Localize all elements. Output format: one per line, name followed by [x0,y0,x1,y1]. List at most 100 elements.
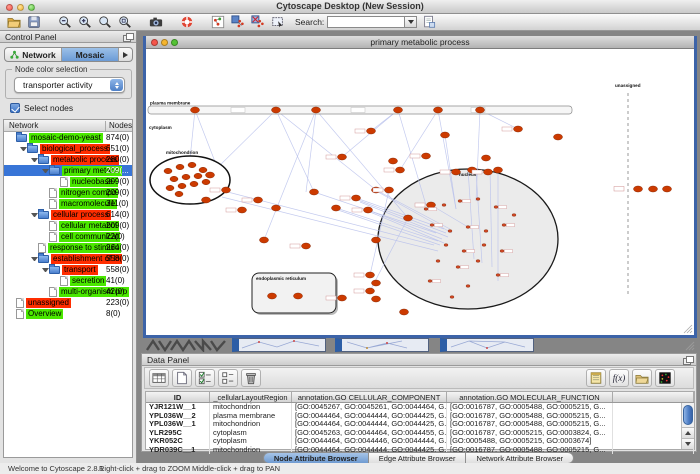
unselect-attributes-button[interactable] [218,369,238,387]
table-cell: YJR121W__1 [146,403,210,412]
tree-row-label: biological_process [40,144,110,154]
table-row[interactable]: YLR295Ccytoplasm[GO:0045263, GO:0044464,… [146,429,694,438]
expander-icon[interactable] [19,145,27,153]
tree-row[interactable]: biological_process651(0) [4,143,132,154]
formula-builder-button[interactable]: f(x) [609,369,629,387]
snapshot-button[interactable] [147,15,164,30]
tree-row[interactable]: mosaic-demo-yeast874(0) [4,132,132,143]
zoom-out-button[interactable] [56,15,73,30]
column-header-molecular-function[interactable]: annotation.GO MOLECULAR_FUNCTION [447,392,613,402]
expander-icon[interactable] [41,167,49,175]
mitochondrion-gene-node [170,176,178,181]
tree-row[interactable]: primary metabo209(... [4,165,132,176]
table-row[interactable]: YJR121W__1mitochondrion[GO:0045267, GO:0… [146,403,694,412]
minimized-network-window[interactable] [335,338,429,352]
minimized-network-window[interactable] [440,338,534,352]
select-attributes-button[interactable] [195,369,215,387]
save-session-button[interactable] [25,15,42,30]
float-panel-icon[interactable] [683,356,692,364]
attribute-dropdown[interactable]: transporter activity [14,77,125,93]
desktop-area: primary metabolic process plasma membran… [137,31,700,463]
network-view-window[interactable]: primary metabolic process plasma membran… [143,36,697,338]
scroll-up-icon[interactable] [682,427,694,438]
open-file-button[interactable] [5,15,22,30]
tree-row[interactable]: Overview8(0) [4,308,132,319]
nucleus-gene-node [444,244,448,247]
tree-row[interactable]: macromolecule311(0) [4,198,132,209]
table-cell: [GO:0005488, GO:0005215, GO:0003674] [447,437,613,446]
column-header-region[interactable]: _cellularLayoutRegion [210,392,292,402]
table-row[interactable]: YPL036W__2plasma membrane[GO:0044464, GO… [146,412,694,421]
membrane-gene-node [312,107,321,113]
create-view-button[interactable] [229,15,246,30]
edge [276,110,314,192]
scroll-down-icon[interactable] [682,438,694,449]
nucleus-gene-node [476,260,480,263]
resize-grip-icon[interactable] [683,339,695,351]
membrane-node-label [351,108,365,113]
tree-row-count: 264(0) [106,243,129,252]
plasma-membrane-label: plasma membrane [150,101,191,106]
tree-row[interactable]: unassigned223(0) [4,297,132,308]
nucleus-gene-node [442,204,446,207]
zoom-fit-button[interactable] [96,15,113,30]
column-header-id[interactable]: ID [146,392,210,402]
unassigned-label: unassigned [615,83,641,88]
column-header-cellular-component[interactable]: annotation.GO CELLULAR_COMPONENT [292,392,447,402]
matrix-view-button[interactable] [655,369,675,387]
plugin-manager-button[interactable] [420,15,437,30]
heatmap-icon [658,371,672,385]
zoom-in-button[interactable] [76,15,93,30]
table-row[interactable]: YPL036W__1mitochondrion[GO:0044464, GO:0… [146,420,694,429]
scrollbar-thumb[interactable] [683,405,693,425]
table-cell: YKR052C [146,437,210,446]
tree-row-count: 8(0) [106,309,120,318]
tree-row[interactable]: multi-organism pro42(0) [4,286,132,297]
search-dropdown-arrow-icon[interactable] [405,16,417,28]
table-cell: mitochondrion [210,420,292,429]
search-input[interactable] [327,16,405,28]
delete-attribute-button[interactable] [241,369,261,387]
tree-row[interactable]: cell communicat22(0) [4,231,132,242]
nucleus-gene-node [496,274,500,277]
tree-row[interactable]: nucleobase-209(0) [4,176,132,187]
cytoplasm-gene-node [222,187,231,193]
minimized-network-window[interactable] [232,338,326,352]
expander-icon[interactable] [41,266,49,274]
expander-icon[interactable] [30,255,38,263]
network-window-titlebar[interactable]: primary metabolic process [146,36,694,49]
new-attribute-button[interactable] [172,369,192,387]
import-attributes-button[interactable] [632,369,652,387]
search-combobox[interactable] [327,16,417,28]
tree-row[interactable]: cellular process614(0) [4,209,132,220]
expander-icon[interactable] [30,211,38,219]
attribute-table-button[interactable] [149,369,169,387]
tree-row[interactable]: transport558(0) [4,264,132,275]
destroy-network-button[interactable] [209,15,226,30]
tab-network[interactable]: Network [5,48,62,61]
tab-overflow-arrow-icon[interactable] [119,48,132,61]
cytoplasm-gene-node [364,207,373,213]
data-panel: Data Panel f(x) ID _cellularLayoutRegion… [141,353,697,452]
table-scrollbar[interactable] [681,403,694,449]
tree-row[interactable]: secretion41(0) [4,275,132,286]
select-nodes-checkbox[interactable] [10,103,20,113]
help-button[interactable] [178,15,195,30]
table-row[interactable]: YKR052Ccytoplasm[GO:0044464, GO:0044446,… [146,437,694,446]
dropdown-stepper-icon[interactable] [110,79,123,91]
tree-row[interactable]: cellular metabol209(0) [4,220,132,231]
tree-row[interactable]: establishment of lo558(0) [4,253,132,264]
zoom-selected-button[interactable] [116,15,133,30]
status-welcome: Welcome to Cytoscape 2.8.1 [8,464,104,473]
float-panel-icon[interactable] [123,33,132,41]
tree-row[interactable]: response to stimulu264(0) [4,242,132,253]
attribute-editor-button[interactable] [586,369,606,387]
tab-mosaic[interactable]: Mosaic [62,48,119,61]
tree-row[interactable]: metabolic process280(0) [4,154,132,165]
network-canvas[interactable]: plasma membranecytoplasmmitochondrionnuc… [146,49,694,335]
document-icon [49,287,57,297]
annotation-tool-button[interactable] [269,15,286,30]
expander-icon[interactable] [30,156,38,164]
tree-row[interactable]: nitrogen compo209(0) [4,187,132,198]
destroy-view-button[interactable] [249,15,266,30]
